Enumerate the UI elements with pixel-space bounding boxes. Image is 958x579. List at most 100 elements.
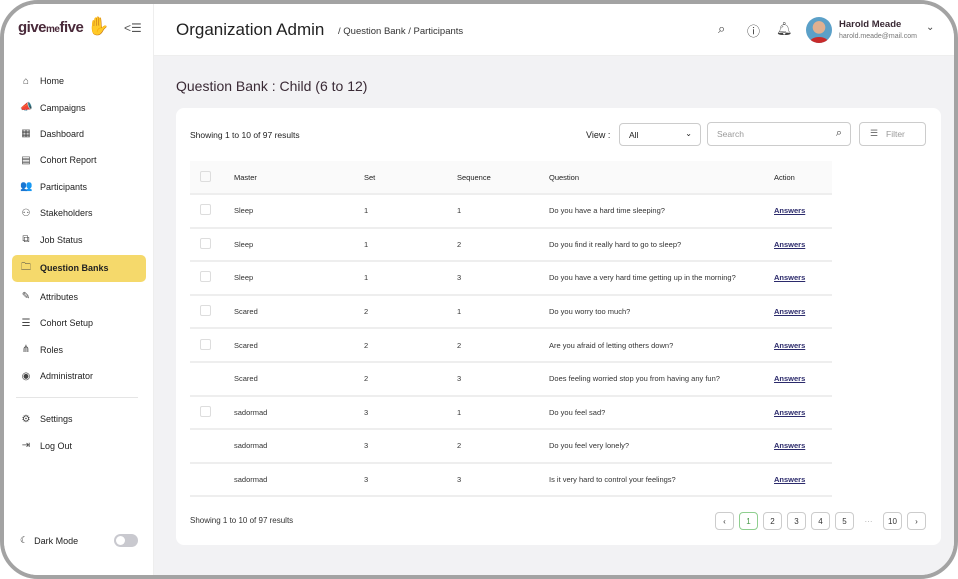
search-placeholder: Search [717,129,744,139]
users-icon: 👥 [20,181,33,193]
select-all-checkbox[interactable] [200,170,211,182]
answers-link[interactable]: Answers [774,307,805,316]
view-select[interactable]: All ⌄ [619,123,701,146]
sidebar-item-dashboard[interactable]: ▦ Dashboard [12,121,146,147]
chevron-down-icon: ⌄ [685,129,692,138]
table-row[interactable]: Scared 2 2 Are you afraid of letting others… [190,328,832,363]
search-input[interactable]: Search ⌕ [707,122,851,146]
home-icon: ⌂ [22,75,30,87]
answers-link[interactable]: Answers [774,441,805,450]
sidebar-item-cohort-report[interactable]: ▤ Cohort Report [12,147,146,173]
help-icon[interactable]: ⓘ [747,21,760,40]
sidebar-item-settings[interactable]: ⚙ Settings [12,406,146,432]
answers-link[interactable]: Answers [774,273,805,282]
attributes-icon: ✎ [21,291,31,303]
row-select-cell [190,361,224,397]
collapse-sidebar-icon[interactable]: <☰ [124,21,142,35]
column-header-set[interactable]: Set [354,161,447,195]
hand-logo-icon: ✋ [87,16,109,36]
row-checkbox[interactable] [200,305,211,317]
chevron-down-icon[interactable]: ⌄ [926,22,934,33]
cell-master: sadormad [224,429,354,464]
sidebar-item-home[interactable]: ⌂ Home [12,68,146,94]
table-row[interactable]: sadormad 3 2 Do you feel very lonely? Answer… [190,429,832,464]
sidebar-item-job-status[interactable]: ⧉ Job Status [12,226,146,252]
column-header-master[interactable]: Master [224,161,354,195]
sidebar-item-question-banks[interactable]: 🗀 Question Banks [12,254,146,282]
sidebar-item-stakeholders[interactable]: ⚇ Stakeholders [12,200,146,226]
answers-link[interactable]: Answers [774,475,805,484]
view-label: View : [586,130,611,140]
table-row[interactable]: Scared 2 3 Does feeling worried stop you fr… [190,361,832,397]
cell-question: Do you feel very lonely? [539,429,764,464]
table-row[interactable]: Scared 2 1 Do you worry too much? Answers [190,294,832,330]
row-checkbox[interactable] [200,237,211,249]
row-select-cell [190,429,224,464]
answers-link[interactable]: Answers [774,240,805,249]
cell-sequence: 3 [447,361,539,397]
bell-icon[interactable]: 🔔︎ [776,21,793,37]
table-row[interactable]: sadormad 3 1 Do you feel sad? Answers [190,395,832,431]
page-4-button[interactable]: 4 [811,512,830,530]
row-checkbox[interactable] [200,271,211,283]
cell-set: 1 [354,261,447,296]
cell-sequence: 1 [447,395,539,431]
row-checkbox[interactable] [200,204,211,216]
page-3-button[interactable]: 3 [787,512,806,530]
cell-master: Scared [224,361,354,397]
answers-link[interactable]: Answers [774,408,805,417]
dark-mode-toggle[interactable] [114,534,138,547]
page-1-button[interactable]: 1 [739,512,758,530]
page-10-button[interactable]: 10 [883,512,902,530]
cell-set: 3 [354,462,447,498]
row-select-cell [190,227,224,263]
sidebar-item-administrator[interactable]: ◉ Administrator [12,363,146,389]
breadcrumb[interactable]: / Question Bank / Participants [338,26,463,37]
sidebar-item-participants[interactable]: 👥 Participants [12,174,146,200]
prev-page-button[interactable]: ‹ [715,512,734,530]
cell-sequence: 1 [447,194,539,229]
filter-button[interactable]: ☰ Filter [859,122,926,146]
sidebar-item-cohort-setup[interactable]: ☰ Cohort Setup [12,310,146,336]
cell-master: Sleep [224,227,354,263]
sidebar-item-label: Participants [40,181,88,192]
avatar[interactable] [806,17,832,43]
cell-set: 1 [354,227,447,263]
view-value: All [629,130,639,140]
column-header-question[interactable]: Question [539,161,764,195]
row-checkbox[interactable] [200,405,211,417]
row-checkbox[interactable] [200,338,211,350]
table-row[interactable]: Sleep 1 2 Do you find it really hard to go … [190,227,832,263]
cell-sequence: 3 [447,261,539,296]
row-select-cell [190,395,224,431]
sidebar-item-roles[interactable]: ⋔ Roles [12,337,146,363]
answers-link[interactable]: Answers [774,341,805,350]
search-icon[interactable]: ⌕ [836,127,842,140]
cell-question: Do you find it really hard to go to slee… [539,227,764,263]
column-header-sequence[interactable]: Sequence [447,161,539,195]
next-page-button[interactable]: › [907,512,926,530]
cell-set: 1 [354,194,447,229]
cell-master: Scared [224,328,354,363]
sidebar-item-attributes[interactable]: ✎ Attributes [12,284,146,310]
logo[interactable]: givemefive ✋ [18,16,109,37]
page-2-button[interactable]: 2 [763,512,782,530]
table-row[interactable]: Sleep 1 1 Do you have a hard time sleeping?… [190,194,832,229]
search-icon[interactable]: ⌕ [718,21,725,37]
sidebar-item-label: Cohort Report [40,155,97,166]
table-header: Master Set Sequence Question Action [190,161,832,195]
cell-master: Scared [224,294,354,330]
answers-link[interactable]: Answers [774,374,805,383]
table-row[interactable]: Sleep 1 3 Do you have a very hard time gett… [190,261,832,296]
table-row[interactable]: sadormad 3 3 Is it very hard to control you… [190,462,832,498]
dark-mode-row: ☾ Dark Mode [20,534,138,547]
sidebar-item-log-out[interactable]: ⇥ Log Out [12,433,146,459]
cell-master: sadormad [224,462,354,498]
page-5-button[interactable]: 5 [835,512,854,530]
page-title: Question Bank : Child (6 to 12) [176,78,368,94]
moon-icon: ☾ [20,535,29,545]
select-all-cell [190,161,224,195]
sidebar-item-label: Roles [40,344,64,355]
answers-link[interactable]: Answers [774,206,805,215]
sidebar-item-campaigns[interactable]: 📣 Campaigns [12,94,146,120]
